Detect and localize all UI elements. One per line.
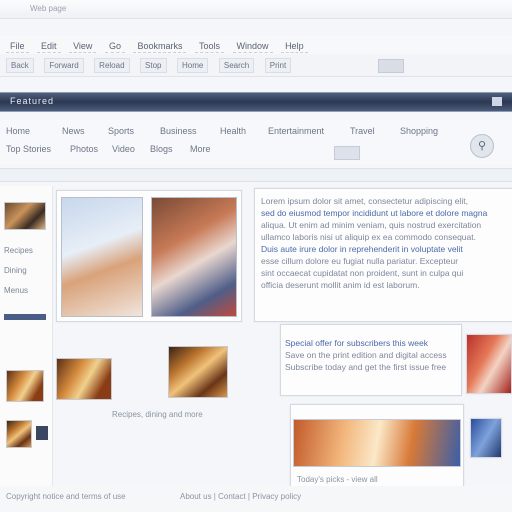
site-navigation: Home News Sports Business Health Enterta… bbox=[0, 120, 512, 164]
window-titlebar: Web page bbox=[0, 0, 512, 19]
stop-button[interactable]: Stop bbox=[140, 58, 167, 73]
reload-button[interactable]: Reload bbox=[94, 58, 130, 73]
feature-card: Today's picks - view all bbox=[290, 404, 464, 496]
sidebar-link-dining[interactable]: Dining bbox=[4, 266, 27, 275]
go-button[interactable] bbox=[334, 146, 360, 160]
sidebar-thumbnail[interactable] bbox=[4, 202, 46, 230]
subnav-more[interactable]: More bbox=[190, 144, 211, 154]
home-button[interactable]: Home bbox=[177, 58, 209, 73]
toolbar-widget[interactable] bbox=[378, 59, 404, 73]
subnav-video[interactable]: Video bbox=[112, 144, 135, 154]
search-button[interactable]: Search bbox=[218, 58, 255, 73]
menu-edit[interactable]: Edit bbox=[37, 40, 61, 53]
subnav-photos[interactable]: Photos bbox=[70, 144, 98, 154]
menu-window[interactable]: Window bbox=[232, 40, 273, 53]
sidebar-food-photo[interactable] bbox=[6, 370, 44, 402]
footer: Copyright notice and terms of use About … bbox=[0, 486, 512, 512]
magazine-card bbox=[56, 190, 242, 322]
menu-tools[interactable]: Tools bbox=[195, 40, 225, 53]
nav-link-sports[interactable]: Sports bbox=[108, 126, 134, 136]
food-caption[interactable]: Recipes, dining and more bbox=[112, 410, 203, 419]
menu-view[interactable]: View bbox=[69, 40, 97, 53]
promo-line[interactable]: Special offer for subscribers this week bbox=[285, 337, 457, 349]
menu-go[interactable]: Go bbox=[104, 40, 125, 53]
promo-line: Save on the print edition and digital ac… bbox=[285, 350, 447, 360]
sidebar-link-menus[interactable]: Menus bbox=[4, 286, 28, 295]
promo-photo[interactable] bbox=[466, 334, 512, 394]
banner-text: Featured bbox=[10, 96, 55, 106]
nav-link-news[interactable]: News bbox=[62, 126, 85, 136]
article-line: officia deserunt mollit anim id est labo… bbox=[261, 280, 420, 290]
sidebar-link-recipes[interactable]: Recipes bbox=[4, 246, 33, 255]
banner-control-icon[interactable] bbox=[492, 97, 502, 106]
sidebar-food-photo-2[interactable] bbox=[6, 420, 32, 448]
article-line: Lorem ipsum dolor sit amet, consectetur … bbox=[261, 196, 468, 206]
section-divider bbox=[0, 168, 512, 182]
nav-link-travel[interactable]: Travel bbox=[350, 126, 375, 136]
magazine-cover-1[interactable] bbox=[61, 197, 143, 317]
nav-link-business[interactable]: Business bbox=[160, 126, 197, 136]
article-line: ullamco laboris nisi ut aliquip ex ea co… bbox=[261, 232, 476, 242]
nav-link-entertainment[interactable]: Entertainment bbox=[268, 126, 324, 136]
left-sidebar: Recipes Dining Menus bbox=[0, 186, 53, 512]
article-line[interactable]: Duis aute irure dolor in reprehenderit i… bbox=[261, 243, 507, 255]
sidebar-small-icon[interactable] bbox=[36, 426, 48, 440]
feature-photo[interactable] bbox=[293, 419, 461, 467]
footer-left-text: Copyright notice and terms of use bbox=[6, 492, 126, 501]
article-line: aliqua. Ut enim ad minim veniam, quis no… bbox=[261, 220, 482, 230]
nav-link-health[interactable]: Health bbox=[220, 126, 246, 136]
article-line[interactable]: sed do eiusmod tempor incididunt ut labo… bbox=[261, 207, 507, 219]
article-body: Lorem ipsum dolor sit amet, consectetur … bbox=[261, 195, 507, 291]
toolbar: Back Forward Reload Stop Home Search Pri… bbox=[0, 54, 512, 77]
food-photo-1[interactable] bbox=[56, 358, 112, 400]
footer-links[interactable]: About us | Contact | Privacy policy bbox=[180, 492, 301, 501]
article-line: esse cillum dolore eu fugiat nulla paria… bbox=[261, 256, 459, 266]
feature-caption[interactable]: Today's picks - view all bbox=[297, 475, 378, 484]
search-icon[interactable]: ⚲ bbox=[470, 134, 494, 158]
page-banner: Featured bbox=[0, 92, 512, 112]
food-photo-2[interactable] bbox=[168, 346, 228, 398]
nav-link-shopping[interactable]: Shopping bbox=[400, 126, 438, 136]
article-line: sint occaecat cupidatat non proident, su… bbox=[261, 268, 464, 278]
promo-line: Subscribe today and get the first issue … bbox=[285, 362, 447, 372]
magazine-cover-2[interactable] bbox=[151, 197, 237, 317]
side-photo[interactable] bbox=[470, 418, 502, 458]
menu-bar: File Edit View Go Bookmarks Tools Window… bbox=[0, 36, 512, 54]
subnav-blogs[interactable]: Blogs bbox=[150, 144, 173, 154]
menu-help[interactable]: Help bbox=[281, 40, 308, 53]
subnav-top-stories[interactable]: Top Stories bbox=[6, 144, 51, 154]
sidebar-accent-bar bbox=[4, 314, 46, 320]
article-card: Lorem ipsum dolor sit amet, consectetur … bbox=[254, 188, 512, 322]
print-button[interactable]: Print bbox=[264, 58, 292, 73]
forward-button[interactable]: Forward bbox=[44, 58, 84, 73]
menu-file[interactable]: File bbox=[6, 40, 29, 53]
promo-text: Special offer for subscribers this week … bbox=[285, 337, 457, 373]
nav-link-home[interactable]: Home bbox=[6, 126, 30, 136]
promo-card: Special offer for subscribers this week … bbox=[280, 324, 462, 396]
window-title: Web page bbox=[30, 4, 67, 13]
menu-bookmarks[interactable]: Bookmarks bbox=[133, 40, 187, 53]
back-button[interactable]: Back bbox=[6, 58, 34, 73]
